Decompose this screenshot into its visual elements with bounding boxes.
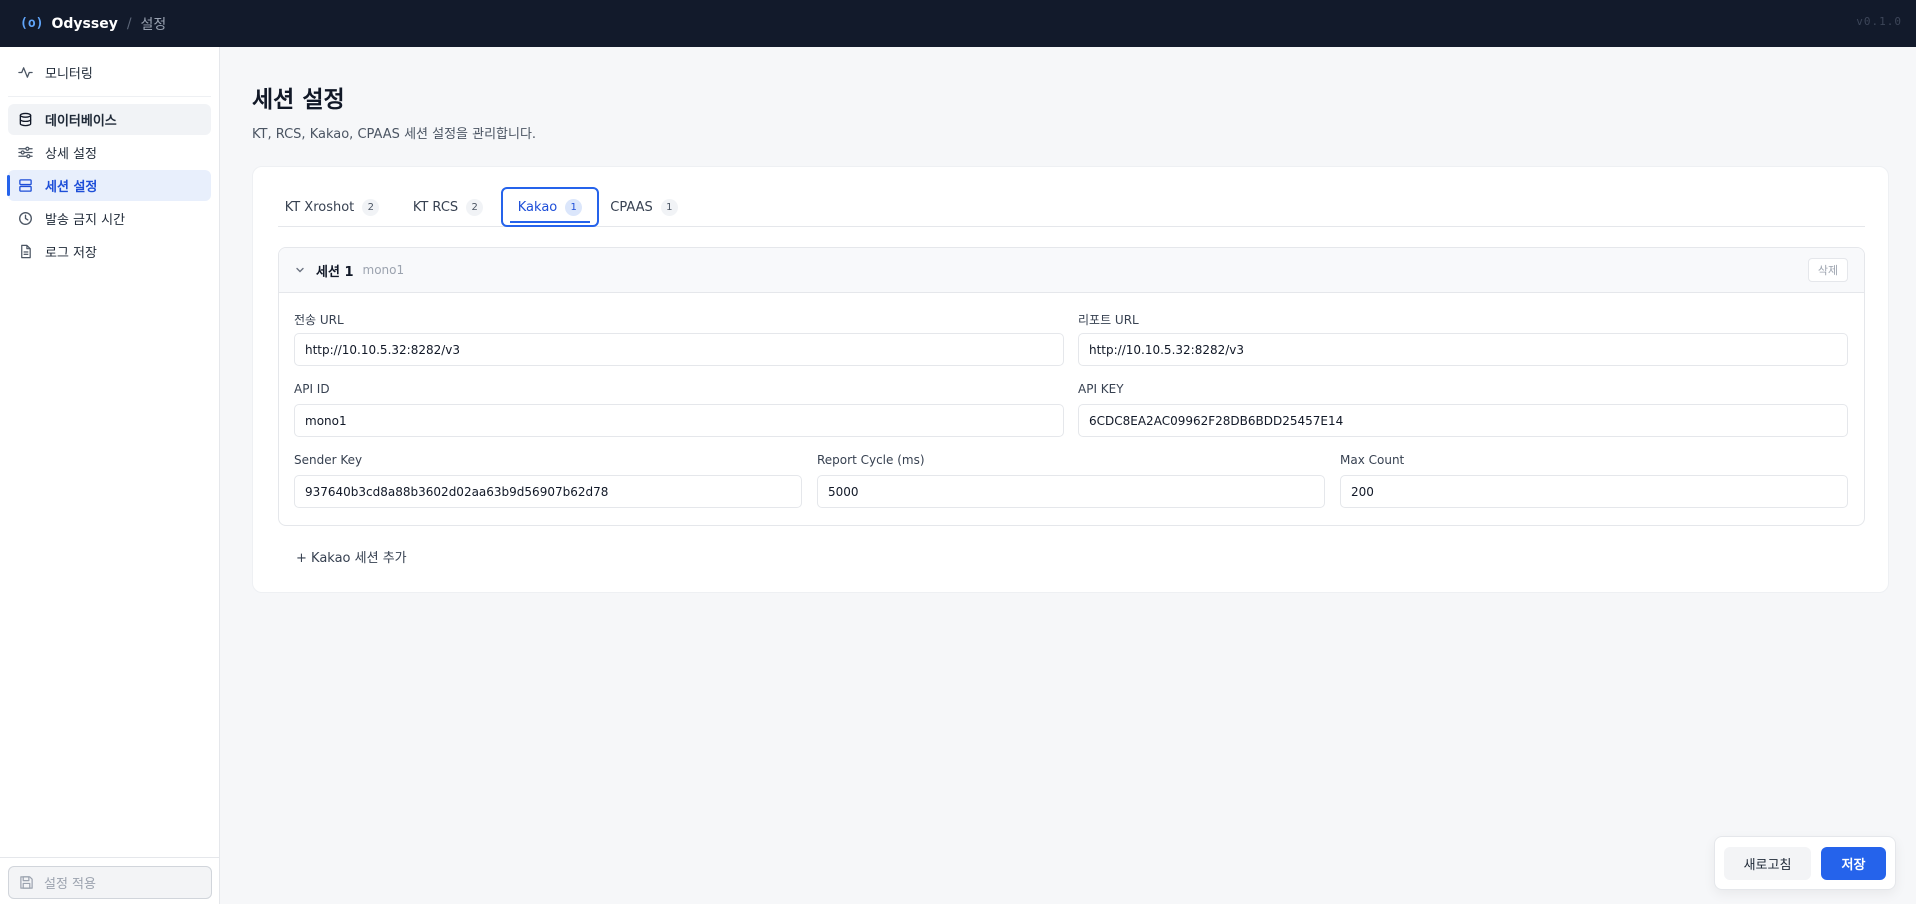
sender-key-label: Sender Key	[294, 453, 363, 467]
report-url-label: 리포트 URL	[1078, 313, 1139, 327]
sidebar-item-database[interactable]: 데이터베이스	[8, 104, 211, 135]
apply-settings-button[interactable]: 설정 적용	[8, 866, 212, 899]
sidebar-item-label: 데이터베이스	[45, 114, 117, 129]
api-key-label: API KEY	[1078, 382, 1124, 396]
session-name: 세션 1	[316, 264, 354, 280]
sidebar-item-label: 모니터링	[45, 67, 93, 82]
session-panel: 세션 1 mono1 삭제 전송 URL http://10.10.5.32:8…	[278, 247, 1865, 526]
sidebar-item-blocked-hours[interactable]: 발송 금지 시간	[8, 203, 211, 234]
file-icon	[17, 243, 34, 260]
report-url-input[interactable]: http://10.10.5.32:8282/v3	[1078, 333, 1848, 366]
delete-session-button[interactable]: 삭제	[1808, 258, 1848, 282]
session-tabs: KT Xroshot 2 KT RCS 2 Kakao 1 CPAAS 1	[278, 187, 1865, 227]
sidebar-item-detail-settings[interactable]: 상세 설정	[8, 137, 211, 168]
session-subtitle: mono1	[362, 263, 405, 277]
sidebar-item-label: 로그 저장	[45, 246, 97, 261]
refresh-button[interactable]: 새로고침	[1724, 847, 1811, 880]
tab-label: KT Xroshot	[284, 199, 355, 215]
sliders-icon	[17, 144, 34, 161]
server-icon	[17, 177, 34, 194]
max-count-input[interactable]: 200	[1340, 475, 1848, 508]
tab-label: CPAAS	[610, 199, 653, 215]
save-disk-icon	[20, 876, 33, 889]
send-url-label: 전송 URL	[294, 313, 344, 327]
sidebar-item-label: 발송 금지 시간	[45, 213, 126, 228]
sidebar-item-monitoring[interactable]: 모니터링	[8, 57, 211, 88]
clock-icon	[17, 210, 34, 227]
api-id-input[interactable]: mono1	[294, 404, 1064, 437]
tab-label: Kakao	[517, 199, 558, 215]
app-name[interactable]: Odyssey	[51, 16, 117, 32]
session-settings-card: KT Xroshot 2 KT RCS 2 Kakao 1 CPAAS 1 세션…	[252, 166, 1889, 593]
tab-count-badge: 2	[466, 198, 484, 216]
tab-count-badge: 1	[565, 198, 583, 216]
sender-key-input[interactable]: 937640b3cd8a88b3602d02aa63b9d56907b62d78	[294, 475, 802, 508]
api-key-input[interactable]: 6CDC8EA2AC09962F28DB6BDD25457E14	[1078, 404, 1848, 437]
sidebar-item-session-settings[interactable]: 세션 설정	[7, 170, 211, 201]
sidebar-footer: 설정 적용	[0, 857, 219, 904]
session-header[interactable]: 세션 1 mono1 삭제	[279, 248, 1864, 293]
activity-icon	[17, 64, 34, 81]
breadcrumb-current: 설정	[140, 16, 167, 33]
sidebar-item-label: 세션 설정	[45, 180, 98, 195]
add-kakao-session-button[interactable]: + Kakao 세션 추가	[296, 547, 407, 566]
database-icon	[17, 111, 34, 128]
tab-count-badge: 2	[362, 198, 380, 216]
sidebar-item-log-storage[interactable]: 로그 저장	[8, 236, 211, 267]
chevron-down-icon[interactable]	[294, 264, 306, 276]
sidebar-item-label: 상세 설정	[45, 147, 97, 162]
tab-kt-rcs[interactable]: KT RCS 2	[403, 187, 493, 227]
report-cycle-input[interactable]: 5000	[817, 475, 1325, 508]
floating-action-bar: 새로고침 저장	[1714, 836, 1896, 890]
top-bar: (o) Odyssey / 설정 v0.1.0	[0, 0, 1916, 47]
apply-settings-label: 설정 적용	[44, 877, 96, 892]
send-url-input[interactable]: http://10.10.5.32:8282/v3	[294, 333, 1064, 366]
api-id-label: API ID	[294, 382, 330, 396]
tab-label: KT RCS	[412, 199, 459, 215]
report-cycle-label: Report Cycle (ms)	[817, 453, 925, 467]
tab-count-badge: 1	[660, 198, 678, 216]
tab-cpaas[interactable]: CPAAS 1	[605, 187, 683, 227]
max-count-label: Max Count	[1340, 453, 1405, 467]
sidebar-divider	[8, 96, 211, 97]
version-label: v0.1.0	[1856, 15, 1902, 28]
breadcrumb-separator: /	[126, 15, 132, 32]
sidebar: 모니터링 데이터베이스 상세 설정 세션 설정 발송 금지 시간 로그 저장 설…	[0, 47, 220, 904]
tab-kakao[interactable]: Kakao 1	[501, 187, 599, 227]
tab-kt-xroshot[interactable]: KT Xroshot 2	[278, 187, 386, 227]
save-button[interactable]: 저장	[1821, 847, 1886, 880]
page-description: KT, RCS, Kakao, CPAAS 세션 설정을 관리합니다.	[252, 127, 537, 142]
page-title: 세션 설정	[252, 87, 345, 113]
logo-icon: (o)	[20, 16, 44, 31]
